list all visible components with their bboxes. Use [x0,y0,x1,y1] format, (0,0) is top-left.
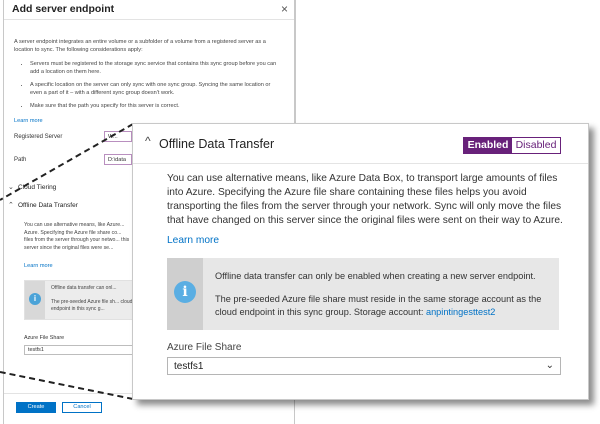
info-box: i Offline data transfer can only be enab… [167,258,559,330]
file-share-label: Azure File Share [167,342,242,353]
chevron-down-icon: ⌄ [8,184,14,191]
storage-account-link[interactable]: anpintingesttest2 [426,307,495,317]
info-text-1: Offline data transfer can only be enable… [215,271,536,281]
info-text-2: The pre-seeded Azure file share must res… [215,293,555,319]
zoom-description: You can use alternative means, like Azur… [167,173,563,226]
offline-data-transfer-label: Offline Data Transfer [18,202,78,209]
info-text-2: The pre-seeded Azure file sh... cloud en… [51,299,133,312]
registered-server-label: Registered Server [14,134,63,140]
offline-data-transfer-zoom: ^ Offline Data Transfer Enabled Disabled… [132,123,589,400]
file-share-select[interactable]: testfs1 [24,345,136,355]
blade-bullets: Servers must be registered to the storag… [22,60,284,115]
learn-more-link[interactable]: Learn more [167,235,219,246]
info-icon: i [174,281,196,303]
file-share-select[interactable]: testfs1 ⌄ [167,357,561,375]
toggle-disabled[interactable]: Disabled [512,138,560,153]
bullet-item: Servers must be registered to the storag… [30,60,284,76]
chevron-up-icon: ⌃ [8,202,14,209]
create-button[interactable]: Create [16,402,56,413]
path-input[interactable]: D:\data [104,154,132,165]
pane-divider [295,0,296,124]
close-icon[interactable]: × [281,2,288,16]
bullet-item: Make sure that the path you specify for … [30,102,284,110]
blade-header: Add server endpoint × [4,0,294,20]
offline-transfer-toggle[interactable]: Enabled Disabled [463,137,561,154]
file-share-label: Azure File Share [24,335,65,341]
path-label: Path [14,157,27,163]
registered-server-input[interactable]: W... [104,131,132,142]
chevron-down-icon: ⌄ [545,360,554,371]
info-icon: i [29,293,41,305]
zoom-header[interactable]: ^ Offline Data Transfer Enabled Disabled [133,124,588,164]
zoom-title: Offline Data Transfer [159,137,275,151]
cancel-button[interactable]: Cancel [62,402,102,413]
info-text-1: Offline data transfer can onl... [51,285,117,291]
file-share-value: testfs1 [174,361,204,372]
bullet-item: A specific location on the server can on… [30,81,284,97]
blade-intro: A server endpoint integrates an entire v… [14,39,266,53]
toggle-enabled[interactable]: Enabled [464,138,512,153]
offline-learn-more-link[interactable]: Learn more [24,263,53,269]
offline-description: You can use alternative means, like Azur… [24,222,130,251]
learn-more-link[interactable]: Learn more [14,118,43,124]
chevron-up-icon: ^ [145,134,151,148]
blade-title: Add server endpoint [12,3,115,15]
info-box: i Offline data transfer can onl... The p… [24,280,134,320]
cloud-tiering-label: Cloud Tiering [18,184,57,191]
